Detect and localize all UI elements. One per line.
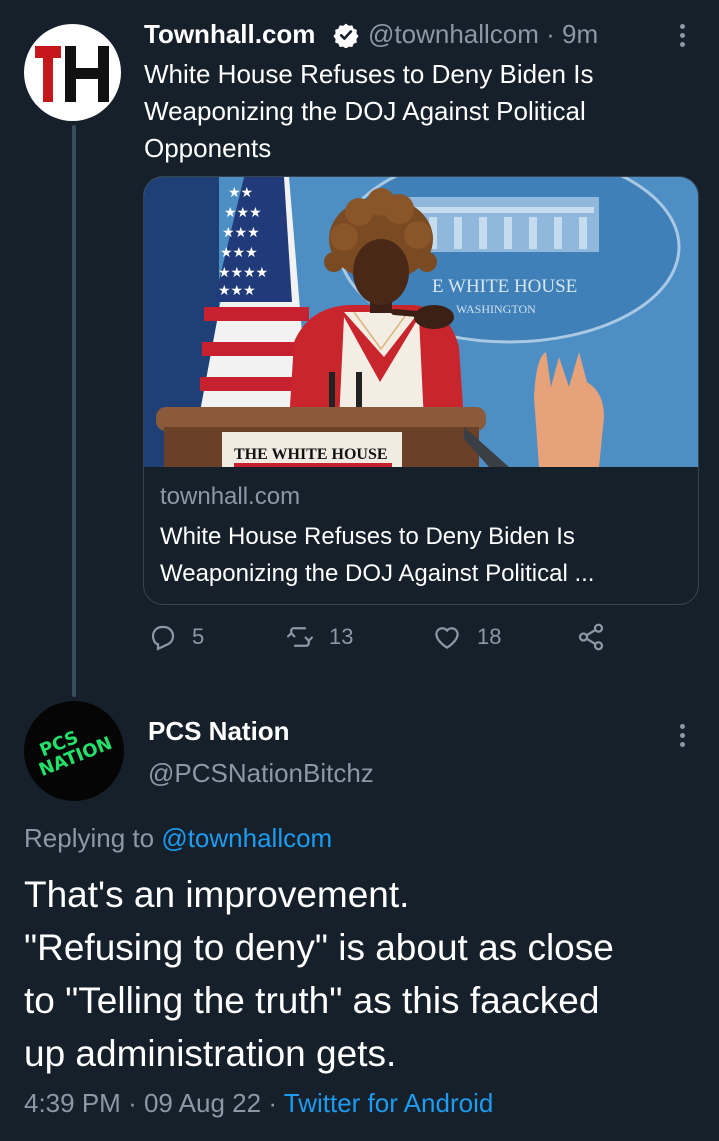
tweet1-actions: 5 13 18 — [148, 622, 618, 662]
svg-text:★★★: ★★★ — [222, 225, 260, 241]
tweet2-handle[interactable]: @PCSNationBitchz — [148, 758, 374, 789]
card-domain[interactable]: townhall.com — [160, 483, 300, 511]
reply-button[interactable]: 5 — [148, 622, 204, 652]
retweet-count: 13 — [329, 624, 354, 649]
svg-text:★★★: ★★★ — [224, 205, 262, 221]
tweet1-separator: · — [546, 19, 555, 49]
tweet1-text: White House Refuses to Deny Biden Is Wea… — [144, 59, 594, 163]
card-title[interactable]: White House Refuses to Deny Biden Is Wea… — [160, 518, 680, 592]
townhall-avatar[interactable] — [24, 24, 121, 121]
more-icon[interactable] — [672, 718, 692, 752]
like-button[interactable]: 18 — [431, 622, 501, 652]
press-briefing-illustration: E WHITE HOUSE WASHINGTON ★★★★★★★★ ★★★★★★… — [144, 177, 698, 467]
tweet2-client-link[interactable]: Twitter for Android — [284, 1088, 494, 1118]
like-count: 18 — [477, 624, 502, 649]
card-title-line2: Weaponizing the DOJ Against Political ..… — [160, 560, 595, 587]
retweet-icon — [287, 627, 313, 647]
seal-label: E WHITE HOUSE — [432, 276, 577, 297]
podium-label: THE WHITE HOUSE — [234, 446, 388, 463]
thread-line — [72, 125, 76, 697]
tweet2-date[interactable]: 09 Aug 22 — [144, 1088, 261, 1118]
svg-text:★★★★: ★★★★ — [218, 265, 268, 281]
retweet-button[interactable]: 13 — [285, 622, 353, 652]
tweet1-time[interactable]: 9m — [562, 19, 598, 49]
replying-to: Replying to @townhallcom — [24, 823, 332, 854]
reply-icon — [151, 625, 175, 651]
avatar-logo-text: PCS NATION — [36, 727, 116, 782]
share-button[interactable] — [576, 622, 606, 652]
meta-separator: · — [268, 1088, 277, 1118]
tweet1-handle[interactable]: @townhallcom — [368, 19, 539, 49]
tweet2-text-line: up administration gets. — [24, 1033, 397, 1074]
tweet2-meta: 4:39 PM · 09 Aug 22 · Twitter for Androi… — [24, 1088, 493, 1119]
replying-prefix: Replying to — [24, 823, 155, 853]
avatar-letter-t — [35, 46, 61, 102]
tweet1-handle-time[interactable]: @townhallcom · 9m — [368, 17, 598, 51]
meta-separator: · — [128, 1088, 137, 1118]
svg-text:★★★: ★★★ — [218, 283, 256, 299]
tweet2-text-line: to "Telling the truth" as this faacked — [24, 980, 600, 1021]
tweet1-display-name[interactable]: Townhall.com — [144, 17, 315, 51]
card-title-line1: White House Refuses to Deny Biden Is — [160, 523, 575, 550]
tweet2-display-name[interactable]: PCS Nation — [148, 716, 290, 747]
svg-text:★★: ★★ — [228, 185, 253, 201]
reply-count: 5 — [192, 624, 205, 649]
tweet2-text-line: "Refusing to deny" is about as close — [24, 927, 614, 968]
svg-text:★★★: ★★★ — [220, 245, 258, 261]
verified-badge-icon — [333, 23, 359, 48]
like-icon — [435, 627, 459, 649]
tweet2-text-line: That's an improvement. — [24, 874, 410, 915]
card-image[interactable]: E WHITE HOUSE WASHINGTON ★★ ★★★ ★★★ ★★★ ★★★… — [144, 177, 698, 467]
tweet2-time[interactable]: 4:39 PM — [24, 1088, 121, 1118]
link-card[interactable]: E WHITE HOUSE WASHINGTON ★★ ★★★ ★★★ ★★★ ★★★… — [143, 176, 699, 605]
pcs-nation-avatar[interactable]: PCS NATION — [24, 701, 124, 801]
more-icon[interactable] — [672, 18, 692, 52]
replying-handle-link[interactable]: @townhallcom — [161, 823, 332, 853]
share-icon — [578, 623, 604, 651]
seal-sublabel: WASHINGTON — [456, 302, 536, 316]
tweet2-text: That's an improvement. "Refusing to deny… — [24, 868, 704, 1080]
avatar-letter-h — [65, 46, 109, 102]
